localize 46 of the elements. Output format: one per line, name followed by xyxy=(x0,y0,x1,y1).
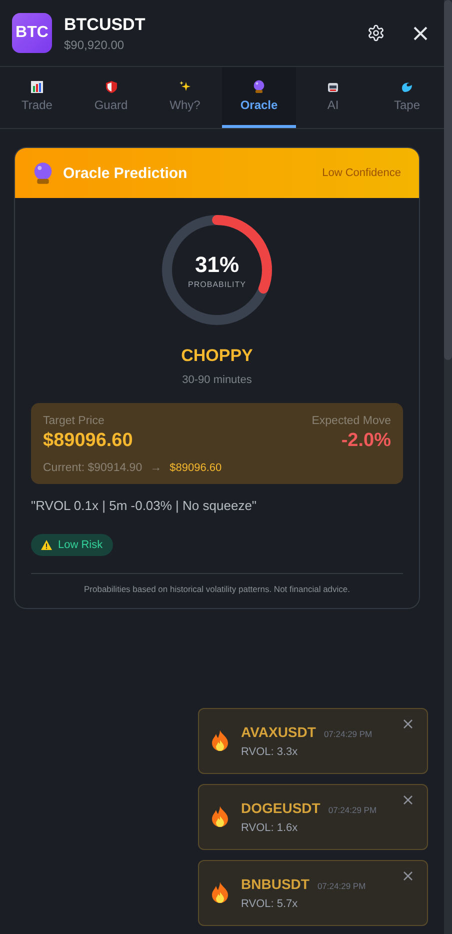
probability-value: 31% xyxy=(194,252,240,278)
target-price: $89096.60 xyxy=(43,430,133,452)
flame-icon xyxy=(211,806,229,828)
bar-chart-icon xyxy=(31,80,43,92)
warning-icon xyxy=(41,540,52,550)
wave-icon xyxy=(401,80,413,92)
move-value: -2.0% xyxy=(341,430,391,452)
tab[interactable]: Guard xyxy=(74,67,148,128)
target-price-small: $89096.60 xyxy=(170,462,222,474)
flame-icon xyxy=(211,730,229,752)
probability-label: PROBABILITY xyxy=(188,280,246,288)
regime-label: CHOPPY xyxy=(181,346,253,366)
arrow-text: → xyxy=(150,462,162,474)
toast-detail: RVOL: 3.3x xyxy=(241,746,299,758)
coin-logo: BTC xyxy=(12,13,52,53)
tab[interactable]: Tape xyxy=(370,67,444,128)
tab[interactable]: Why? xyxy=(148,67,222,128)
toast-symbol: BNBUSDT xyxy=(241,876,310,892)
target-label: Target Price xyxy=(43,415,104,427)
robot-icon xyxy=(327,80,339,92)
crystal-ball-icon xyxy=(253,80,265,93)
confidence-label: Low Confidence xyxy=(322,167,401,179)
current-price: Current: $90914.90 xyxy=(43,462,142,474)
flame-icon xyxy=(211,882,229,904)
toast-detail: RVOL: 1.6x xyxy=(241,822,299,834)
crystal-ball-icon xyxy=(33,162,53,184)
horizon-text: 30-90 minutes xyxy=(182,374,252,386)
reason-text: "RVOL 0.1x | 5m -0.03% | No squeeze" xyxy=(31,498,258,513)
shield-icon xyxy=(106,80,116,92)
move-label: Expected Move xyxy=(312,415,391,427)
disclaimer-text: Probabilities based on historical volatility patterns. Not financial advice. xyxy=(31,573,403,594)
tab[interactable]: Trade xyxy=(0,67,74,128)
symbol-title: BTCUSDT xyxy=(64,14,146,34)
toast-time: 07:24:29 PM xyxy=(317,881,366,891)
toast-symbol: AVAXUSDT xyxy=(241,724,316,740)
tab[interactable]: Oracle xyxy=(222,67,296,128)
scrollbar-thumb[interactable] xyxy=(444,0,452,360)
risk-badge: Low Risk xyxy=(31,534,113,556)
toast-time: 07:24:29 PM xyxy=(324,729,372,739)
price-text: $90,920.00 xyxy=(64,38,126,52)
toast-symbol: DOGEUSDT xyxy=(241,800,320,816)
toast-time: 07:24:29 PM xyxy=(328,805,377,815)
card-title: Oracle Prediction xyxy=(63,164,188,182)
sparkles-icon xyxy=(179,80,191,92)
tab[interactable]: AI xyxy=(296,67,370,128)
toast-detail: RVOL: 5.7x xyxy=(241,898,299,910)
